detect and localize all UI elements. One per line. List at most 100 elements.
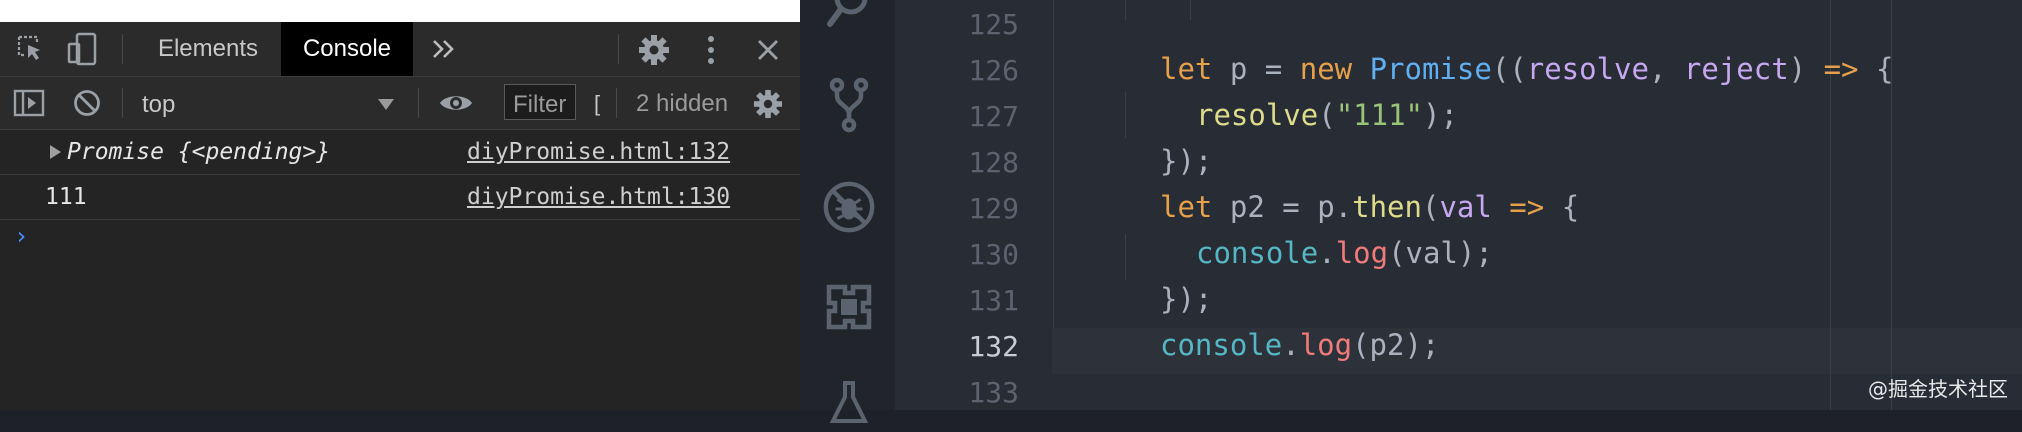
dropdown-arrow-icon <box>378 99 394 110</box>
hidden-messages-count[interactable]: 2 hidden <box>636 90 728 118</box>
console-filter-bar: top Filter [ 2 hidden <box>0 77 800 130</box>
activity-bar <box>800 0 895 423</box>
code-token: console <box>1160 328 1283 362</box>
line-number-gutter: 125 126 127 128 129 130 131 132 133 <box>895 0 1045 410</box>
code-token: (( <box>1491 52 1527 86</box>
code-editor: 125 126 127 128 129 130 131 132 133 let p = new … <box>800 0 2022 423</box>
context-select[interactable]: top <box>132 84 404 122</box>
toolbar-divider <box>122 34 123 64</box>
code-token: p <box>1229 52 1248 86</box>
code-token: ) <box>1788 52 1807 86</box>
indent-guide <box>1053 0 1054 328</box>
code-token: let <box>1160 52 1213 86</box>
console-message-text: 111 <box>45 184 87 210</box>
code-token: { <box>1561 190 1580 224</box>
expand-triangle-icon[interactable] <box>50 145 61 159</box>
code-token: (p2); <box>1352 328 1440 362</box>
code-token: val <box>1439 190 1492 224</box>
code-token: => <box>1509 190 1545 224</box>
indent-guide <box>1125 92 1126 138</box>
source-link[interactable]: diyPromise.html:132 <box>467 139 730 165</box>
code-token: console <box>1196 236 1319 270</box>
code-token: ( <box>1421 190 1440 224</box>
code-token: = <box>1282 190 1300 224</box>
settings-gear-icon[interactable] <box>636 32 672 68</box>
line-number: 131 <box>968 284 1019 317</box>
inspect-element-icon[interactable] <box>14 34 48 64</box>
line-number: 127 <box>968 100 1019 133</box>
search-icon[interactable] <box>822 0 876 32</box>
code-token: = <box>1264 52 1283 86</box>
code-token: , <box>1648 52 1667 86</box>
code-token: resolve <box>1196 98 1319 132</box>
code-token: p2 <box>1229 190 1265 224</box>
code-token: let <box>1160 190 1213 224</box>
code-token: (val); <box>1388 236 1493 270</box>
line-number: 129 <box>968 192 1019 225</box>
console-prompt[interactable]: › <box>14 222 28 250</box>
devtools-tabbar: Elements Console <box>0 22 800 77</box>
code-token: p <box>1317 190 1335 224</box>
code-token: "111" <box>1335 98 1423 132</box>
code-line-131: }); <box>1160 282 1213 316</box>
code-token: log <box>1299 328 1353 362</box>
code-token: . <box>1334 190 1353 224</box>
close-icon[interactable] <box>752 34 784 66</box>
line-number: 128 <box>968 146 1019 179</box>
more-options-icon[interactable] <box>696 32 726 68</box>
filter-input[interactable]: Filter <box>504 84 576 120</box>
source-link[interactable]: diyPromise.html:130 <box>467 184 730 210</box>
device-toolbar-icon[interactable] <box>66 32 100 66</box>
devtools-panel: Elements Console top Filter [2 hidden P… <box>0 0 800 410</box>
toolbar-divider <box>122 88 123 118</box>
watermark: @掘金技术社区 <box>1868 377 2008 401</box>
code-token: new <box>1299 52 1353 86</box>
flask-icon[interactable] <box>822 378 876 432</box>
toolbar-divider <box>418 88 419 118</box>
console-settings-gear-icon[interactable] <box>750 86 786 122</box>
console-message-text[interactable]: Promise {<pending>} <box>67 139 330 165</box>
code-token: ); <box>1423 98 1458 132</box>
code-token: then <box>1352 190 1422 224</box>
toolbar-divider <box>618 34 619 64</box>
line-number: 125 <box>968 8 1019 41</box>
show-sidebar-icon[interactable] <box>12 87 46 119</box>
line-number: 130 <box>968 238 1019 271</box>
code-line-130: console.log(val); <box>1196 236 1493 270</box>
source-control-icon[interactable] <box>822 77 876 133</box>
line-number: 132 <box>968 330 1019 363</box>
more-tabs-icon[interactable] <box>426 36 462 62</box>
code-line-129: let p2 = p.then(val => { <box>1160 190 1579 224</box>
indent-guide <box>1190 0 1191 20</box>
line-number: 133 <box>968 376 1019 409</box>
code-token: reject <box>1683 52 1789 86</box>
live-expression-eye-icon[interactable] <box>434 86 478 120</box>
code-token: resolve <box>1526 52 1649 86</box>
code-token: Promise <box>1369 52 1492 86</box>
code-token: . <box>1282 328 1300 362</box>
console-message: Promise {<pending>} diyPromise.html:132 <box>0 130 800 175</box>
code-token: => <box>1823 52 1859 86</box>
window-top-strip <box>0 0 800 22</box>
code-token: log <box>1335 236 1389 270</box>
tab-elements[interactable]: Elements <box>137 22 279 76</box>
extensions-icon[interactable] <box>822 280 876 334</box>
console-output: Promise {<pending>} diyPromise.html:132 … <box>0 130 800 410</box>
context-select-value: top <box>142 91 176 118</box>
clear-console-icon[interactable] <box>70 86 104 120</box>
filter-truncated-label: [ <box>594 91 601 116</box>
tab-console[interactable]: Console <box>281 22 413 76</box>
code-line-126: let p = new Promise((resolve, reject) =>… <box>1160 52 1893 86</box>
line-number: 126 <box>968 54 1019 87</box>
indent-guide <box>1125 0 1126 20</box>
console-message: 111 diyPromise.html:130 <box>0 175 800 220</box>
indent-guide <box>1125 234 1126 280</box>
code-token: { <box>1875 52 1894 86</box>
code-token: . <box>1318 236 1336 270</box>
code-line-132: console.log(p2); <box>1160 328 1439 362</box>
code-line-128: }); <box>1160 144 1213 178</box>
debug-disabled-icon[interactable] <box>822 180 876 234</box>
code-token: ( <box>1318 98 1336 132</box>
code-line-127: resolve("111"); <box>1196 98 1458 132</box>
toolbar-divider <box>616 88 617 118</box>
